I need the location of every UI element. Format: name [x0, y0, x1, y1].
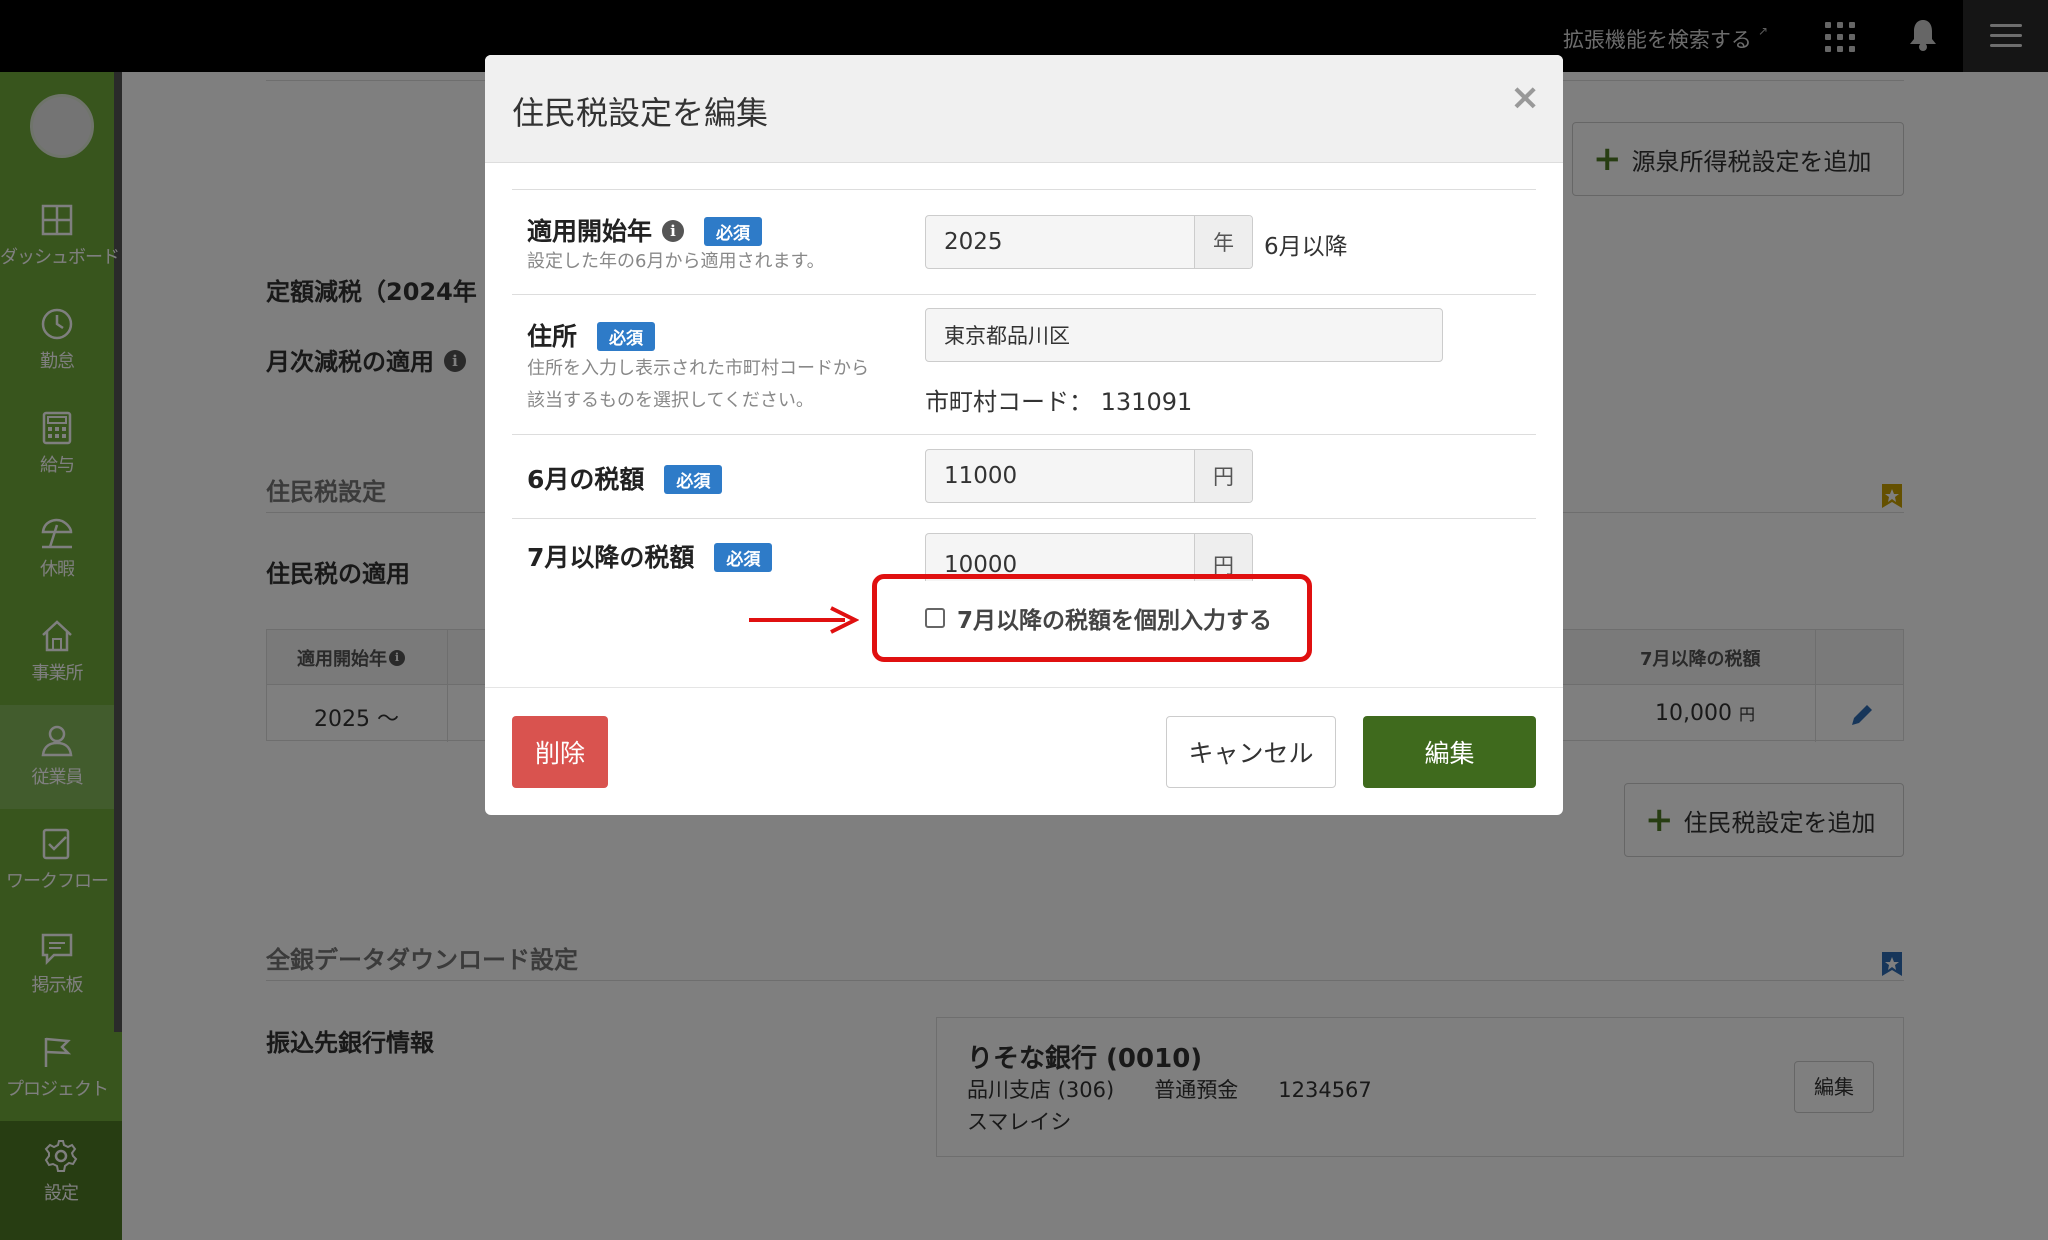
annotation-arrow-icon — [749, 606, 859, 634]
start-year-input-group: 年 — [925, 215, 1253, 269]
divider — [512, 189, 1536, 190]
divider — [512, 434, 1536, 435]
modal-header: 住民税設定を編集 × — [485, 55, 1563, 163]
edit-button[interactable]: 編集 — [1363, 716, 1536, 788]
required-badge: 必須 — [597, 321, 656, 351]
modal-footer-divider — [485, 687, 1563, 688]
divider — [512, 294, 1536, 295]
start-year-input[interactable] — [926, 216, 1194, 268]
year-addon: 年 — [1194, 216, 1252, 268]
required-badge: 必須 — [664, 464, 723, 494]
july-tax-label: 7月以降の税額 必須 — [527, 538, 773, 574]
address-help-line2: 該当するものを選択してください。 — [527, 390, 814, 411]
required-badge: 必須 — [714, 542, 773, 572]
cancel-button[interactable]: キャンセル — [1166, 716, 1336, 788]
address-input[interactable] — [926, 309, 1442, 361]
close-icon[interactable]: × — [1510, 77, 1540, 118]
address-help-line1: 住所を入力し表示された市町村コードから — [527, 358, 869, 379]
municipality-code: 市町村コード： 131091 — [925, 388, 1193, 416]
june-tax-input[interactable] — [926, 450, 1194, 502]
annotation-highlight-box — [872, 574, 1312, 662]
info-icon[interactable]: i — [662, 220, 685, 242]
june-tax-label: 6月の税額 必須 — [527, 460, 723, 496]
start-year-label: 適用開始年 i 必須 — [527, 212, 763, 248]
edit-resident-tax-modal: 住民税設定を編集 × 適用開始年i必須 設定した年の6月から適用されます。 年 … — [485, 55, 1563, 815]
address-input-group — [925, 308, 1443, 362]
required-badge: 必須 — [704, 216, 763, 246]
yen-addon: 円 — [1194, 450, 1252, 502]
divider — [512, 518, 1536, 519]
june-tax-input-group: 円 — [925, 449, 1253, 503]
modal-title: 住民税設定を編集 — [512, 94, 769, 132]
delete-button[interactable]: 削除 — [512, 716, 608, 788]
address-label: 住所 必須 — [527, 317, 656, 353]
start-year-suffix: 6月以降 — [1264, 234, 1348, 260]
start-year-help: 設定した年の6月から適用されます。 — [527, 251, 825, 272]
